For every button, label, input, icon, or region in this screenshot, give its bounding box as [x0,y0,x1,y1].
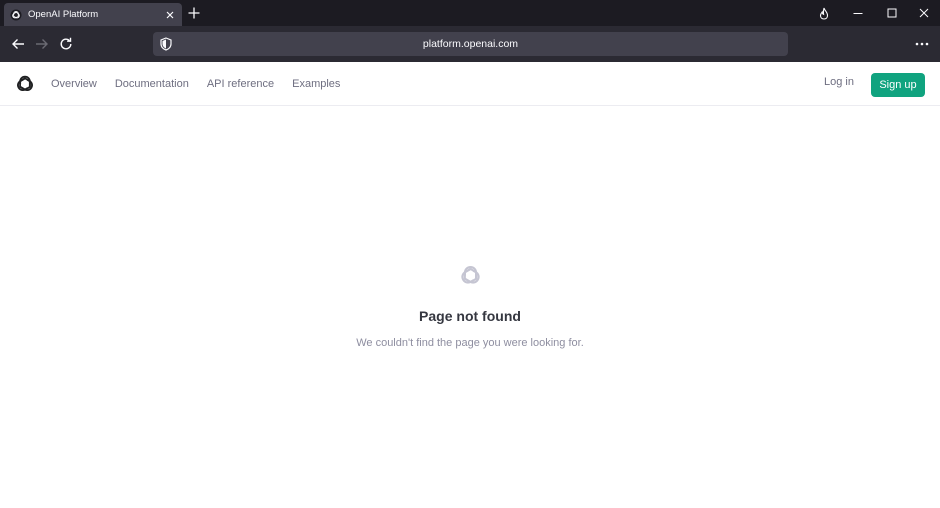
login-link[interactable]: Log in [824,76,854,88]
browser-tab[interactable]: OpenAI Platform [4,3,182,26]
browser-toolbar: platform.openai.com [0,26,940,62]
tab-title: OpenAI Platform [28,9,99,20]
main-nav: Overview Documentation API reference Exa… [51,62,358,106]
signup-button[interactable]: Sign up [871,73,925,97]
new-tab-plus-icon[interactable] [187,6,201,20]
close-tab-icon[interactable] [164,9,176,21]
reload-icon[interactable] [58,36,74,52]
error-message: We couldn't find the page you were looki… [356,337,584,349]
nav-api-reference[interactable]: API reference [207,78,274,90]
forward-arrow-icon[interactable] [34,36,50,52]
page-title: Page not found [419,308,521,324]
fire-icon[interactable] [816,5,832,21]
openai-logo-icon [459,264,482,287]
tab-strip: OpenAI Platform [0,0,940,26]
close-window-icon[interactable] [916,5,932,21]
back-arrow-icon[interactable] [10,36,26,52]
minimize-icon[interactable] [850,5,866,21]
nav-overview[interactable]: Overview [51,78,97,90]
nav-documentation[interactable]: Documentation [115,78,189,90]
openai-favicon-icon [10,9,22,21]
url-text: platform.openai.com [422,38,519,50]
more-dots-icon[interactable] [913,36,931,52]
nav-examples[interactable]: Examples [292,78,340,90]
maximize-icon[interactable] [884,5,900,21]
openai-logo-icon[interactable] [15,74,35,94]
address-bar[interactable]: platform.openai.com [153,32,788,56]
site-header: Overview Documentation API reference Exa… [0,62,940,106]
